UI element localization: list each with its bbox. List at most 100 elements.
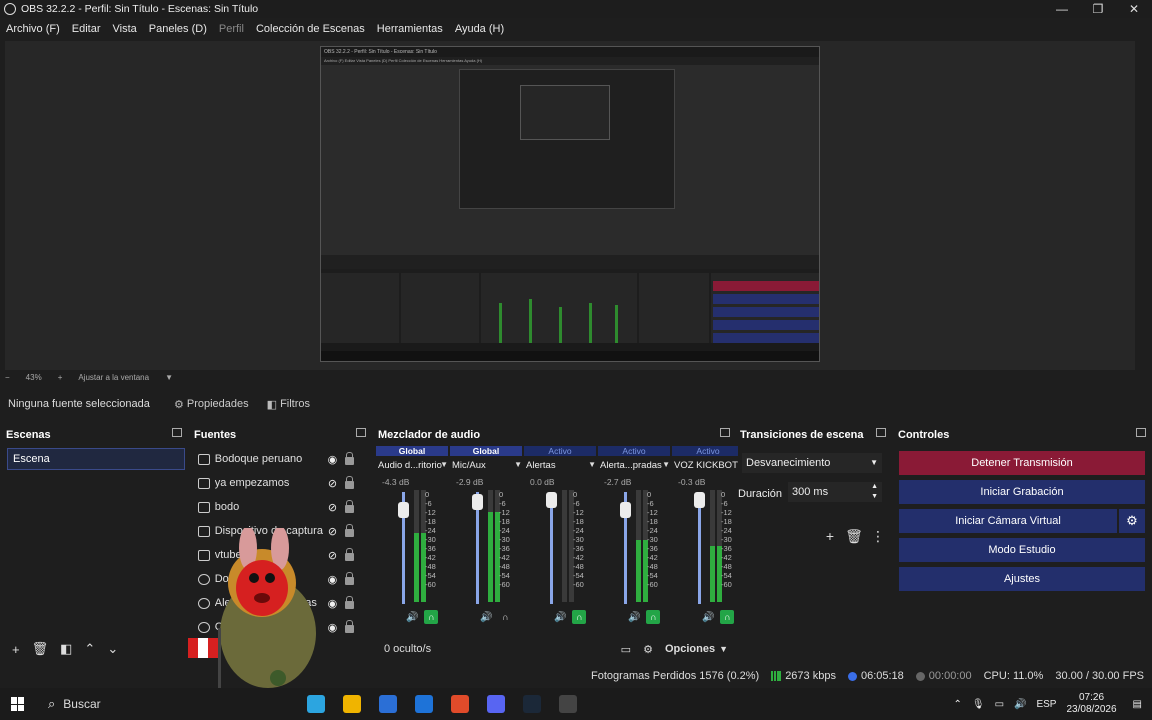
zoom-out-icon[interactable]: − <box>5 373 10 382</box>
layout-icon[interactable]: ▭ <box>621 643 631 656</box>
lock-icon[interactable] <box>345 451 354 465</box>
eye-hidden-icon[interactable]: ⊘ <box>326 501 340 514</box>
zoom-in-icon[interactable]: + <box>58 373 63 382</box>
source-row[interactable]: Dispositivo de captura ⊘ <box>194 519 354 543</box>
headphones-icon[interactable]: ∩ <box>572 610 587 624</box>
volume-slider[interactable] <box>620 492 631 604</box>
volume-slider[interactable] <box>694 492 705 604</box>
speaker-icon[interactable]: 🔊 <box>480 612 492 623</box>
gear-icon[interactable]: ⚙ <box>643 643 653 656</box>
chevron-up-icon[interactable]: ⌃ <box>953 699 961 710</box>
chevron-down-icon[interactable]: ▼ <box>588 460 596 469</box>
minimize-icon[interactable]: — <box>1044 0 1080 18</box>
more-icon[interactable]: ⋮ <box>866 528 890 545</box>
source-row[interactable]: ya empezamos ⊘ <box>194 471 354 495</box>
chevron-down-icon[interactable]: ▼ <box>662 460 670 469</box>
maximize-icon[interactable]: ❐ <box>1080 0 1116 18</box>
lock-icon[interactable] <box>345 499 354 513</box>
menu-vista[interactable]: Vista <box>113 23 137 35</box>
language-indicator[interactable]: ESP <box>1036 699 1056 710</box>
eye-icon[interactable]: ◉ <box>326 597 340 610</box>
headphones-icon[interactable]: ∩ <box>498 610 512 624</box>
source-row[interactable]: bodo ⊘ <box>194 495 354 519</box>
taskbar-app-icon[interactable] <box>514 688 550 720</box>
taskbar-app-icon[interactable] <box>478 688 514 720</box>
notification-icon[interactable]: ▤ <box>1133 699 1142 710</box>
volume-slider[interactable] <box>398 492 409 604</box>
trash-icon[interactable]: 🗑 <box>32 641 49 657</box>
eye-icon[interactable]: ◉ <box>326 573 340 586</box>
lock-icon[interactable] <box>345 523 354 537</box>
start-button[interactable] <box>0 688 36 720</box>
eye-icon[interactable]: ◉ <box>326 453 340 466</box>
undock-icon[interactable] <box>720 428 730 437</box>
close-icon[interactable]: ✕ <box>1116 0 1152 18</box>
spinner-icon[interactable]: ▲ ▼ <box>871 482 878 502</box>
eye-hidden-icon[interactable]: ⊘ <box>326 477 340 490</box>
volume-slider[interactable] <box>546 492 557 604</box>
speaker-icon[interactable]: 🔊 <box>554 612 566 623</box>
volume-knob[interactable] <box>694 492 705 508</box>
source-row[interactable]: Donaciones ◉ <box>194 567 354 591</box>
stop-stream-button[interactable]: Detener Transmisión <box>899 451 1145 475</box>
studio-mode-button[interactable]: Modo Estudio <box>899 538 1145 562</box>
chevron-down-icon[interactable]: ▼ <box>719 644 728 654</box>
taskbar-app-icon[interactable] <box>406 688 442 720</box>
zoom-dropdown-icon[interactable]: ▼ <box>165 373 173 382</box>
undock-icon[interactable] <box>876 428 886 437</box>
taskbar-search[interactable]: ⌕ Buscar <box>36 688 298 720</box>
menu-coleccion-escenas[interactable]: Colección de Escenas <box>256 23 365 35</box>
chevron-down-icon[interactable]: ▼ <box>440 460 448 469</box>
properties-button[interactable]: ⚙ Propiedades <box>174 398 249 411</box>
source-row[interactable]: Chat ◉ <box>194 615 354 639</box>
channel-name[interactable]: VOZ KICKBOT▼ <box>674 460 744 471</box>
trash-icon[interactable]: 🗑 <box>842 528 866 545</box>
scene-item[interactable]: Escena <box>7 448 185 470</box>
volume-knob[interactable] <box>546 492 557 508</box>
lock-icon[interactable] <box>345 619 354 633</box>
start-recording-button[interactable]: Iniciar Grabación <box>899 480 1145 504</box>
taskbar-app-icon[interactable] <box>550 688 586 720</box>
channel-name[interactable]: Alerta...pradas ▼ <box>600 460 670 471</box>
lock-icon[interactable] <box>345 595 354 609</box>
headphones-icon[interactable]: ∩ <box>720 610 735 624</box>
taskbar-app-icon[interactable] <box>370 688 406 720</box>
headphones-icon[interactable]: ∩ <box>646 610 661 624</box>
source-row[interactable]: Alertas programadas ◉ <box>194 591 354 615</box>
menu-editar[interactable]: Editar <box>72 23 101 35</box>
gear-icon[interactable]: ⚙ <box>1119 509 1145 533</box>
fit-to-window-label[interactable]: Ajustar a la ventana <box>78 373 149 382</box>
menu-perfil[interactable]: Perfil <box>219 23 244 35</box>
add-icon[interactable]: + <box>818 528 842 545</box>
source-row[interactable]: Bodoque peruano ◉ <box>194 447 354 471</box>
network-icon[interactable]: ▭ <box>995 699 1004 710</box>
mic-icon[interactable]: 🎙 <box>972 699 985 710</box>
undock-icon[interactable] <box>172 428 182 437</box>
options-button[interactable]: Opciones <box>665 643 715 655</box>
eye-hidden-icon[interactable]: ⊘ <box>326 525 340 538</box>
add-icon[interactable]: + <box>12 642 20 657</box>
source-row[interactable]: vtuber ⊘ <box>194 543 354 567</box>
chevron-down-icon[interactable]: ▼ <box>514 460 522 469</box>
volume-icon[interactable]: 🔊 <box>1014 699 1026 710</box>
channel-name[interactable]: Alertas ▼ <box>526 460 596 471</box>
menu-paneles[interactable]: Paneles (D) <box>149 23 207 35</box>
volume-knob[interactable] <box>398 502 409 518</box>
headphones-icon[interactable]: ∩ <box>424 610 439 624</box>
start-virtual-cam-button[interactable]: Iniciar Cámara Virtual <box>899 509 1117 533</box>
menu-ayuda[interactable]: Ayuda (H) <box>455 23 504 35</box>
speaker-icon[interactable]: 🔊 <box>406 612 418 623</box>
settings-button[interactable]: Ajustes <box>899 567 1145 591</box>
menu-archivo[interactable]: Archivo (F) <box>6 23 60 35</box>
taskbar-app-icon[interactable] <box>442 688 478 720</box>
volume-knob[interactable] <box>472 494 483 510</box>
speaker-icon[interactable]: 🔊 <box>628 612 640 623</box>
menu-herramientas[interactable]: Herramientas <box>377 23 443 35</box>
lock-icon[interactable] <box>345 571 354 585</box>
filter-icon[interactable]: ◧ <box>60 641 72 657</box>
lock-icon[interactable] <box>345 547 354 561</box>
channel-name[interactable]: Audio d...ritorio ▼ <box>378 460 448 471</box>
channel-name[interactable]: Mic/Aux ▼ <box>452 460 522 471</box>
filters-button[interactable]: ◧ Filtros <box>267 398 310 411</box>
volume-slider[interactable] <box>472 492 483 604</box>
